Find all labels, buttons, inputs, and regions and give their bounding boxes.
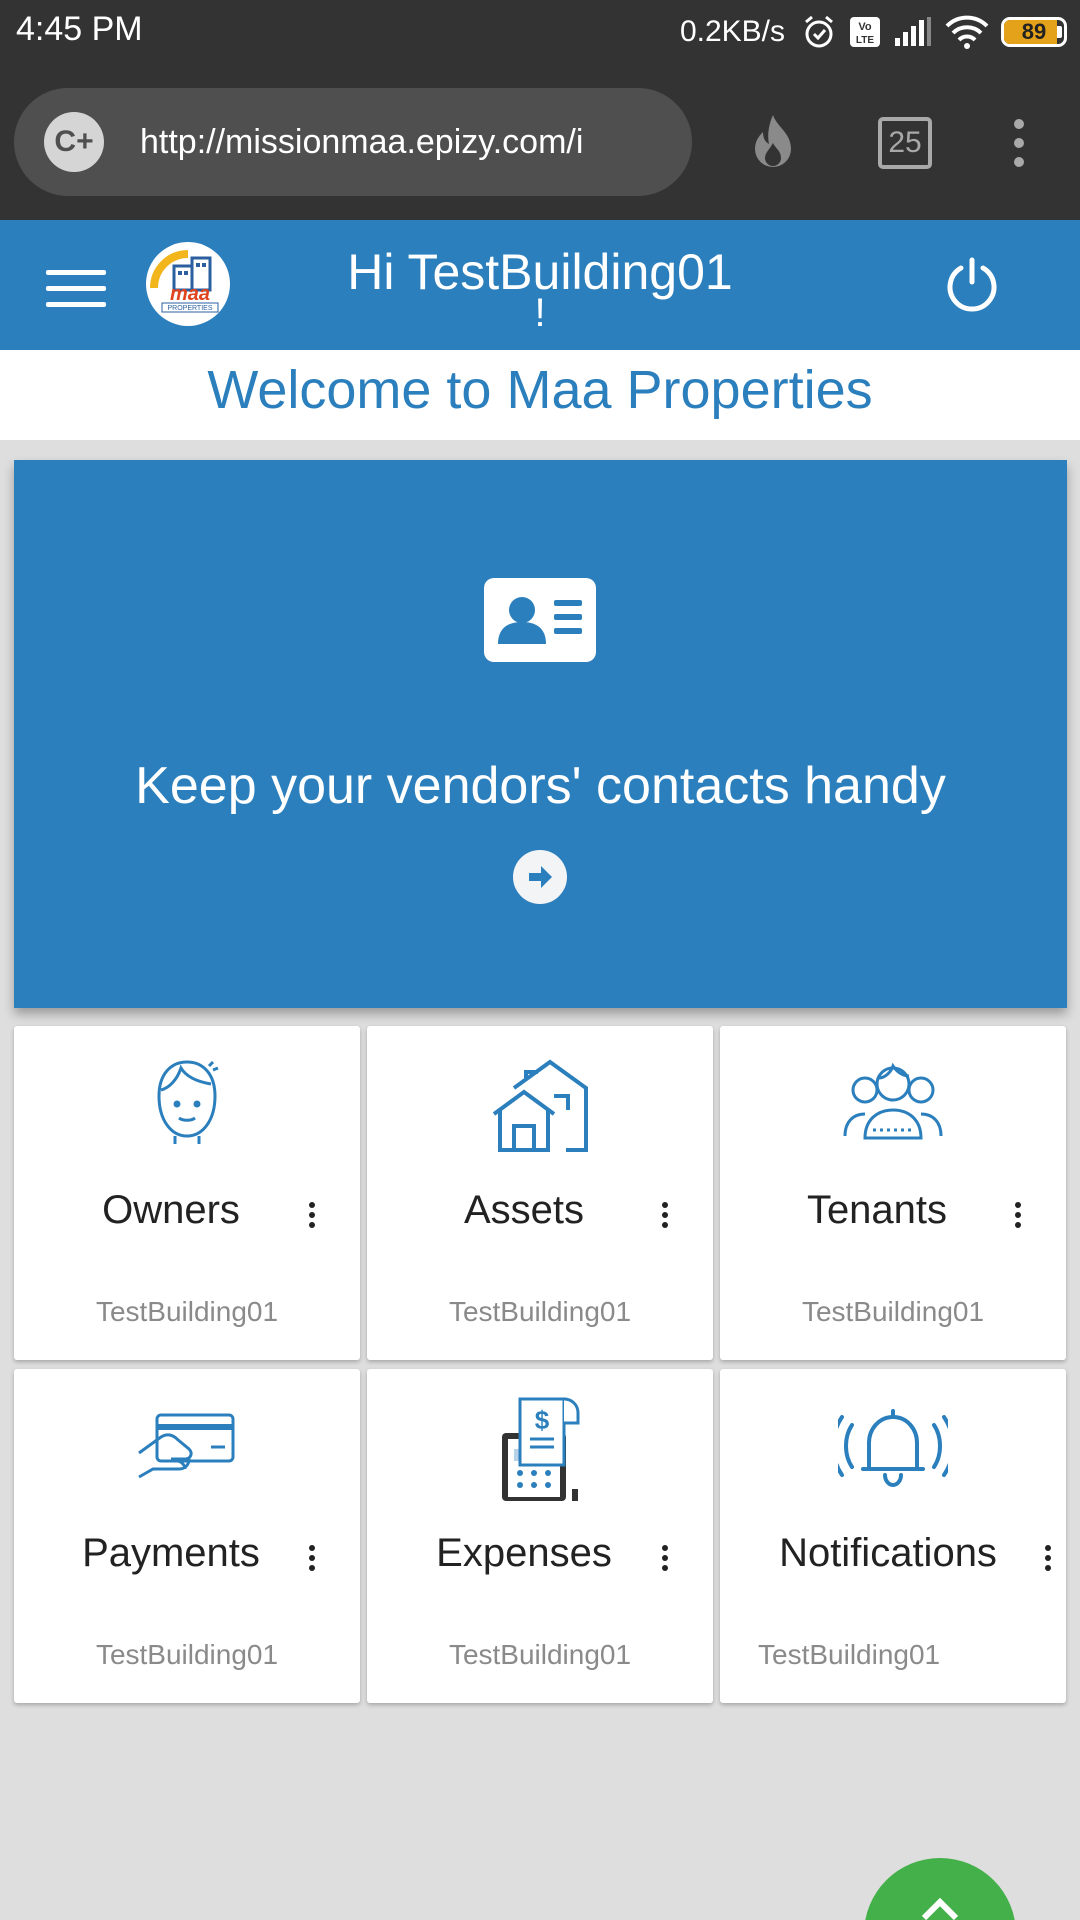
svg-text:LTE: LTE xyxy=(856,35,874,46)
tabs-button[interactable]: 25 xyxy=(870,108,940,178)
card-title: Owners xyxy=(102,1188,240,1232)
more-vert-icon[interactable] xyxy=(1044,1545,1052,1571)
card-subtitle: TestBuilding01 xyxy=(448,1296,632,1327)
svg-text:Vo: Vo xyxy=(858,21,872,33)
card-subtitle: TestBuilding01 xyxy=(448,1639,632,1670)
card-subtitle: TestBuilding01 xyxy=(758,1639,941,1670)
signal-icon xyxy=(893,12,933,52)
greeting-text: Hi TestBuilding01 ! xyxy=(300,242,780,335)
wifi-icon xyxy=(945,12,989,52)
receipt-machine-icon: $ xyxy=(367,1393,713,1501)
alarm-icon xyxy=(801,12,837,52)
welcome-band: Welcome to Maa Properties xyxy=(0,350,1080,440)
greeting-suffix: ! xyxy=(534,291,546,335)
battery-icon: 89 xyxy=(1001,12,1067,52)
contact-card-icon xyxy=(484,578,596,667)
people-icon xyxy=(720,1056,1066,1156)
more-vert-icon[interactable] xyxy=(308,1545,316,1571)
browser-toolbar: C+ http://missionmaa.epizy.com/i 25 xyxy=(0,64,1080,220)
site-badge-icon[interactable]: C+ xyxy=(44,112,104,172)
flame-icon[interactable] xyxy=(738,108,808,178)
hamburger-icon[interactable] xyxy=(46,270,106,310)
welcome-title: Welcome to Maa Properties xyxy=(207,360,873,420)
house-icon xyxy=(367,1056,713,1156)
svg-text:$: $ xyxy=(535,1405,550,1435)
owner-icon xyxy=(14,1056,360,1156)
arrow-right-circle-icon[interactable] xyxy=(513,850,567,904)
network-speed: 0.2KB/s xyxy=(679,15,785,48)
chevron-up-icon xyxy=(921,1897,959,1920)
power-icon[interactable] xyxy=(944,256,1000,317)
card-title: Payments xyxy=(82,1531,260,1575)
logo-wordmark: maa xyxy=(170,283,210,305)
card-subtitle: TestBuilding01 xyxy=(95,1639,279,1670)
card-payment-icon xyxy=(14,1413,360,1513)
card-payments[interactable]: Payments TestBuilding01 xyxy=(14,1369,360,1703)
overflow-menu-icon[interactable] xyxy=(984,108,1054,178)
card-title: Notifications xyxy=(779,1531,997,1575)
bell-icon xyxy=(720,1403,1066,1503)
app-logo[interactable]: maa PROPERTIES xyxy=(146,242,230,326)
status-icons: 0.2KB/s Vo LTE 89 xyxy=(679,12,1067,52)
card-subtitle: TestBuilding01 xyxy=(801,1296,985,1327)
card-notifications[interactable]: Notifications TestBuilding01 xyxy=(720,1369,1066,1703)
card-tenants[interactable]: Tenants TestBuilding01 xyxy=(720,1026,1066,1360)
more-vert-icon[interactable] xyxy=(661,1202,669,1228)
card-title: Assets xyxy=(463,1188,585,1232)
card-title: Expenses xyxy=(436,1531,612,1575)
tab-count: 25 xyxy=(878,117,932,169)
more-vert-icon[interactable] xyxy=(308,1202,316,1228)
card-owners[interactable]: Owners TestBuilding01 xyxy=(14,1026,360,1360)
scroll-top-button[interactable] xyxy=(864,1858,1016,1920)
card-subtitle: TestBuilding01 xyxy=(95,1296,279,1327)
logo-subtext: PROPERTIES xyxy=(168,305,213,312)
card-expenses[interactable]: $ Expenses TestBuilding01 xyxy=(367,1369,713,1703)
app-header: maa PROPERTIES Hi TestBuilding01 ! xyxy=(0,220,1080,350)
more-vert-icon[interactable] xyxy=(661,1545,669,1571)
status-time: 4:45 PM xyxy=(16,10,143,48)
battery-level: 89 xyxy=(1021,19,1047,44)
vendors-banner[interactable]: Keep your vendors' contacts handy xyxy=(14,460,1067,1008)
address-bar[interactable]: C+ http://missionmaa.epizy.com/i xyxy=(14,88,692,196)
card-assets[interactable]: Assets TestBuilding01 xyxy=(367,1026,713,1360)
url-text[interactable]: http://missionmaa.epizy.com/i xyxy=(140,123,650,162)
card-title: Tenants xyxy=(806,1188,948,1232)
status-bar: 4:45 PM 0.2KB/s Vo LTE 89 xyxy=(0,0,1080,64)
banner-text: Keep your vendors' contacts handy xyxy=(135,757,946,815)
volte-icon: Vo LTE xyxy=(849,12,881,52)
more-vert-icon[interactable] xyxy=(1014,1202,1022,1228)
